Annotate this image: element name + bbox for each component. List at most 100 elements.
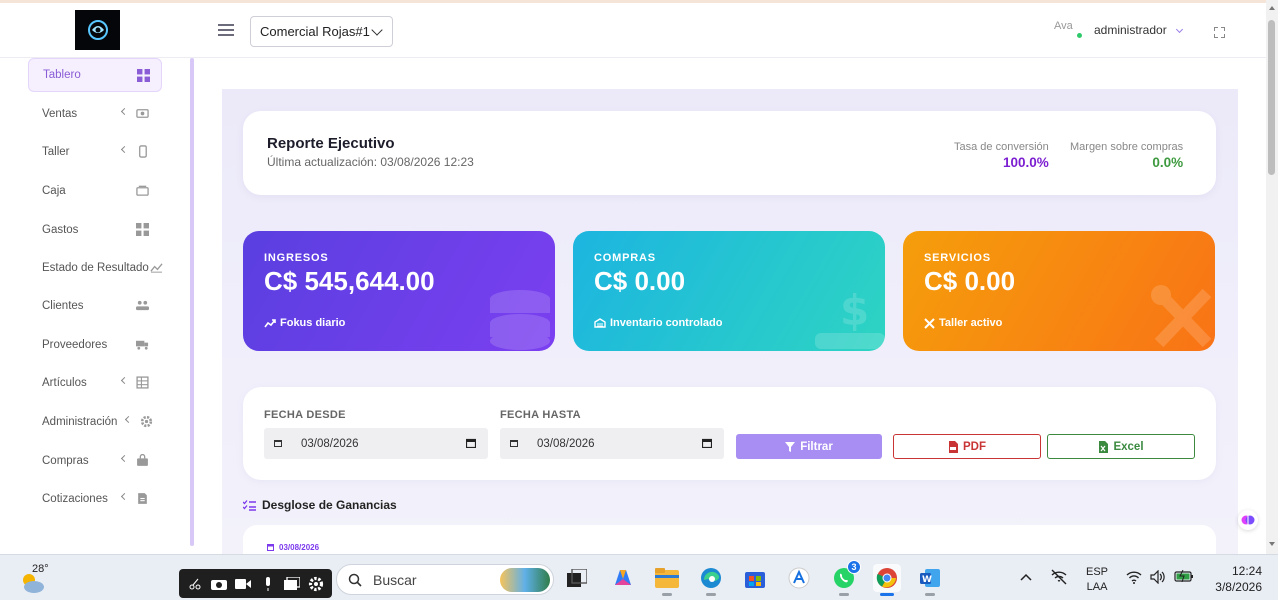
chevron-left-icon	[120, 376, 129, 385]
excel-button[interactable]: Excel	[1047, 434, 1195, 459]
users-icon	[136, 300, 149, 311]
tools-icon	[924, 317, 935, 329]
excel-file-icon	[1099, 440, 1109, 453]
taskbar-search-input[interactable]: Buscar	[336, 564, 554, 595]
user-name: administrador	[1094, 23, 1167, 37]
app-logo[interactable]	[75, 10, 120, 50]
conversion-label: Tasa de conversión	[954, 141, 1049, 153]
app-store-icon[interactable]	[785, 564, 813, 592]
sidebar-item-label: Cotizaciones	[42, 493, 108, 505]
stat-amount: C$ 0.00	[594, 266, 686, 296]
sidebar-item-tablero[interactable]: Tablero	[28, 58, 162, 92]
truck-icon	[136, 340, 149, 350]
sidebar-item-taller[interactable]: Taller	[28, 135, 162, 169]
conversion-value: 100.0%	[1002, 155, 1049, 170]
sidebar-item-cotizaciones[interactable]: Cotizaciones	[28, 482, 162, 516]
breakdown-heading: Desglose de Ganancias	[243, 498, 397, 512]
calendar-picker-icon[interactable]	[702, 438, 712, 448]
online-status-dot	[1076, 32, 1083, 39]
sidebar-item-ventas[interactable]: Ventas	[28, 97, 162, 131]
microsoft-store-icon[interactable]	[741, 564, 769, 592]
network-offline-icon[interactable]	[1050, 569, 1068, 588]
sidebar-item-estado-de-resultado[interactable]: Estado de Resultado	[28, 251, 163, 285]
sidebar-scroll-rail	[190, 58, 194, 546]
dollar-icon: $	[815, 286, 885, 349]
pdf-button[interactable]: PDF	[893, 434, 1041, 459]
sidebar-item-label: Ventas	[42, 108, 78, 120]
calendar-picker-icon[interactable]	[466, 438, 476, 448]
scrollbar-thumb[interactable]	[1268, 20, 1275, 175]
menu-toggle-icon[interactable]	[218, 24, 234, 37]
from-date-label: FECHA DESDE	[264, 409, 346, 421]
chrome-browser-icon[interactable]	[873, 564, 901, 596]
sidebar-item-proveedores[interactable]: Proveedores	[28, 328, 162, 362]
to-date-input[interactable]: 03/08/2026	[500, 428, 724, 459]
sidebar-item-compras[interactable]: Compras	[28, 444, 162, 478]
camera-icon[interactable]	[210, 576, 228, 592]
microphone-icon[interactable]	[259, 576, 277, 592]
chevron-left-icon	[120, 454, 129, 463]
scroll-down-icon[interactable]	[1269, 542, 1275, 546]
warehouse-icon	[594, 318, 606, 328]
calendar-icon	[510, 440, 518, 447]
sidebar-item-administracion[interactable]: Administración	[28, 405, 162, 439]
line-chart-icon	[150, 263, 163, 273]
filter-icon	[785, 441, 796, 452]
language-indicator[interactable]: ESP LAA	[1086, 565, 1108, 595]
filter-button[interactable]: Filtrar	[736, 434, 882, 459]
settings-gear-icon[interactable]	[307, 576, 325, 592]
page-scrollbar[interactable]	[1266, 0, 1278, 554]
stat-amount: C$ 0.00	[924, 266, 1016, 296]
breakdown-date-text: 03/08/2026	[279, 543, 320, 552]
sidebar: Tablero Ventas Taller Caja Gastos Estado…	[0, 58, 196, 552]
weather-temp: 28°	[32, 563, 49, 575]
battery-charging-icon[interactable]	[1174, 569, 1194, 585]
edge-browser-icon[interactable]	[697, 564, 725, 596]
money-icon	[136, 109, 149, 118]
grid-icon	[136, 223, 149, 236]
report-title: Reporte Ejecutivo	[267, 135, 395, 152]
snip-icon[interactable]	[186, 576, 204, 592]
fullscreen-icon[interactable]	[1214, 27, 1225, 38]
system-clock[interactable]: 12:24 3/8/2026	[1212, 563, 1262, 595]
breakdown-title: Desglose de Ganancias	[262, 498, 397, 512]
sidebar-item-clientes[interactable]: Clientes	[28, 289, 162, 323]
to-date-label: FECHA HASTA	[500, 409, 581, 421]
file-explorer-icon[interactable]	[653, 564, 681, 596]
store-select[interactable]: Comercial Rojas#1	[250, 16, 393, 47]
svg-text:$: $	[840, 286, 869, 335]
show-hidden-icons-icon[interactable]	[1020, 572, 1032, 584]
volume-icon[interactable]	[1150, 569, 1166, 587]
sidebar-item-label: Proveedores	[42, 339, 108, 351]
sidebar-item-label: Tablero	[43, 69, 81, 81]
ai-assistant-button[interactable]	[1238, 510, 1258, 530]
scroll-up-icon[interactable]	[1269, 6, 1275, 10]
excel-button-label: Excel	[1113, 440, 1144, 453]
sidebar-item-caja[interactable]: Caja	[28, 174, 162, 208]
stat-footer: Fokus diario	[264, 317, 345, 329]
whatsapp-icon[interactable]: 3	[830, 560, 861, 596]
sidebar-item-articulos[interactable]: Artículos	[28, 366, 162, 400]
chevron-down-icon	[371, 24, 383, 36]
filter-button-label: Filtrar	[800, 440, 833, 453]
clock-date: 3/8/2026	[1215, 580, 1262, 594]
stat-amount: C$ 545,644.00	[264, 266, 435, 296]
trending-up-icon	[264, 318, 276, 327]
word-icon[interactable]: W	[916, 564, 944, 596]
sidebar-item-label: Estado de Resultado	[42, 262, 149, 274]
window-icon[interactable]	[283, 576, 301, 592]
sidebar-item-gastos[interactable]: Gastos	[28, 213, 162, 247]
weather-widget[interactable]: 28°	[20, 563, 54, 593]
task-view-icon[interactable]	[563, 564, 591, 592]
from-date-input[interactable]: 03/08/2026	[264, 428, 488, 459]
report-header-card: Reporte Ejecutivo Última actualización: …	[243, 111, 1216, 195]
video-icon[interactable]	[234, 576, 252, 592]
stat-card-servicios: SERVICIOS C$ 0.00 Taller activo	[903, 231, 1215, 351]
chevron-left-icon	[120, 492, 129, 501]
copilot-icon[interactable]	[609, 564, 637, 592]
wifi-icon[interactable]	[1126, 570, 1142, 587]
chevron-left-icon	[120, 145, 129, 154]
stat-footer-text: Fokus diario	[280, 317, 346, 329]
user-menu[interactable]: Ava administrador	[1054, 20, 1183, 40]
windows-taskbar: 28° Buscar 3 W ESP LAA 12:24 3/8/2026	[0, 554, 1278, 600]
